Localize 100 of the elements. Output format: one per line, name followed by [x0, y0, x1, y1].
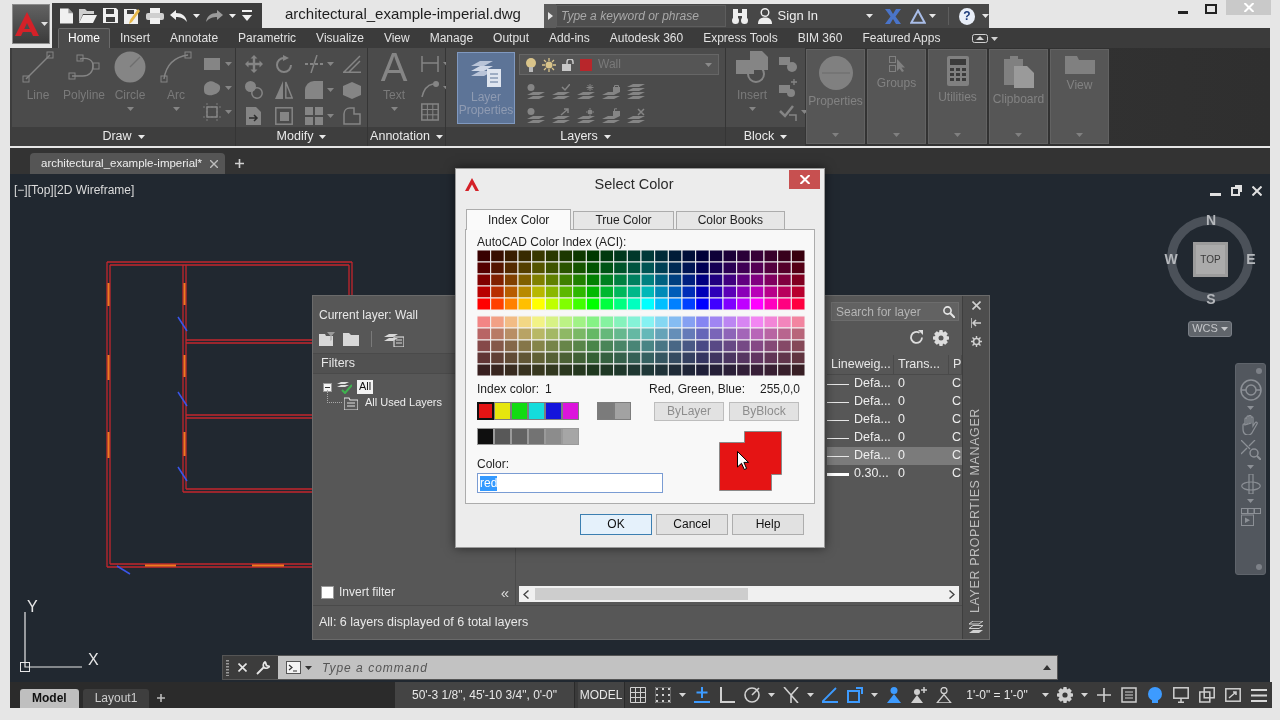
caret-icon[interactable]: [991, 37, 999, 41]
compass-label[interactable]: E: [1244, 251, 1258, 267]
angle-icon[interactable]: [821, 687, 838, 703]
chevron-left-icon[interactable]: [523, 589, 529, 599]
compass-label[interactable]: W: [1164, 251, 1178, 267]
caret-icon[interactable]: [780, 134, 788, 139]
layout-tab[interactable]: Layout1: [82, 689, 150, 708]
caret-icon[interactable]: [870, 693, 878, 697]
caret-icon[interactable]: [678, 693, 686, 697]
ribbon-tab[interactable]: Autodesk 360: [599, 28, 694, 48]
options-dot-icon[interactable]: [1256, 368, 1262, 374]
monitor-icon[interactable]: [1173, 687, 1189, 703]
grid-icon[interactable]: [629, 687, 646, 703]
close-icon[interactable]: [1252, 186, 1262, 196]
color-swatch-icon[interactable]: [562, 402, 579, 420]
caret-icon[interactable]: [1080, 693, 1088, 697]
checkbox[interactable]: [321, 585, 334, 599]
square-corner-icon[interactable]: [846, 687, 863, 703]
arrow-box-icon[interactable]: [972, 34, 989, 43]
plus-icon[interactable]: [235, 159, 245, 168]
minus-box-icon[interactable]: [323, 382, 332, 392]
folder-funnel-icon[interactable]: [319, 332, 335, 346]
person-outline-icon[interactable]: [935, 687, 952, 703]
printer-icon[interactable]: [146, 7, 164, 24]
plus-icon[interactable]: [157, 694, 166, 702]
caret-icon[interactable]: [305, 665, 312, 670]
color-swatch-icon[interactable]: [545, 428, 562, 445]
file-tab[interactable]: architectural_example-imperial*: [30, 153, 226, 174]
search-field[interactable]: Type a keyword or phrase: [556, 5, 726, 27]
plus-icon[interactable]: [1096, 688, 1111, 702]
film-frames-icon[interactable]: [1240, 508, 1261, 526]
ribbon-tab[interactable]: Annotate: [160, 28, 229, 48]
caret-icon[interactable]: [982, 14, 989, 18]
filter-item[interactable]: All: [357, 380, 374, 394]
new-file-icon[interactable]: [60, 7, 73, 24]
refresh-icon[interactable]: [909, 330, 924, 345]
ribbon-tab[interactable]: Parametric: [228, 28, 307, 48]
color-swatch-icon[interactable]: [511, 402, 528, 420]
steering-wheel-icon[interactable]: [1239, 379, 1262, 401]
plus-underline-icon[interactable]: [693, 687, 710, 703]
column-header[interactable]: Trans...: [894, 355, 949, 374]
color-swatch-icon[interactable]: [614, 402, 631, 420]
ribbon-tab[interactable]: Express Tools: [693, 28, 788, 48]
layers-stack-icon[interactable]: [969, 621, 983, 633]
search-icon[interactable]: [943, 305, 955, 318]
color-swatch-icon[interactable]: [528, 428, 545, 445]
close-icon[interactable]: [971, 301, 981, 310]
application-menu-button[interactable]: [12, 4, 50, 44]
ribbon-tab[interactable]: Manage: [419, 28, 484, 48]
annotation-scale-button[interactable]: 1'-0" = 1'-0": [956, 687, 1038, 703]
collapse-button[interactable]: «: [500, 584, 509, 600]
color-swatch-icon[interactable]: [528, 402, 545, 420]
dotted-grid-icon[interactable]: [654, 687, 671, 703]
compass-label[interactable]: S: [1204, 291, 1218, 307]
dialog-button[interactable]: Cancel: [656, 514, 728, 535]
gear-icon[interactable]: [1056, 687, 1073, 703]
chevron-right-icon[interactable]: [949, 589, 955, 599]
ribbon-tab[interactable]: Visualize: [306, 28, 374, 48]
color-swatch-icon[interactable]: [597, 402, 614, 420]
triangle-outline-icon[interactable]: [910, 8, 927, 24]
table-row[interactable]: Defa... 0 C: [827, 393, 962, 411]
caret-icon[interactable]: [767, 693, 775, 697]
sign-in-button[interactable]: Sign In: [757, 7, 819, 25]
filter-item[interactable]: All Used Layers: [363, 396, 445, 410]
x-shape-icon[interactable]: [885, 8, 902, 24]
ribbon-tab[interactable]: Output: [483, 28, 540, 48]
ribbon-tab[interactable]: View: [373, 28, 420, 48]
ribbon-tab[interactable]: Add-ins: [539, 28, 600, 48]
ribbon-tab[interactable]: BIM 360: [787, 28, 853, 48]
ring-bar-icon[interactable]: [1240, 474, 1261, 494]
help-button[interactable]: ?: [959, 7, 975, 25]
ribbon-tab[interactable]: Insert: [110, 28, 161, 48]
model-space-button[interactable]: MODEL: [578, 682, 625, 708]
caret-icon[interactable]: [603, 134, 611, 139]
caret-icon[interactable]: [1041, 693, 1049, 697]
restore-icon[interactable]: [1231, 185, 1242, 196]
ucs-dropdown[interactable]: WCS: [1188, 321, 1232, 337]
caret-icon[interactable]: [229, 13, 236, 18]
scrollbar-thumb[interactable]: [535, 588, 748, 600]
table-row[interactable]: Defa... 0 C: [827, 429, 962, 447]
ribbon-tab[interactable]: Featured Apps: [852, 28, 951, 48]
dropdown-icon[interactable]: [242, 10, 252, 21]
hand-icon[interactable]: [1241, 415, 1260, 435]
command-input-field[interactable]: Type a command: [278, 656, 1057, 679]
color-swatch-icon[interactable]: [494, 402, 511, 420]
dialog-tab[interactable]: True Color: [573, 211, 674, 229]
command-prompt-icon[interactable]: [286, 661, 301, 674]
color-swatch-icon[interactable]: [545, 402, 562, 420]
arrow-bar-icon[interactable]: [971, 318, 981, 328]
horizontal-scrollbar[interactable]: [519, 586, 959, 602]
color-swatch-icon[interactable]: [562, 428, 579, 445]
table-row[interactable]: 0.30... 0 C: [827, 465, 962, 483]
options-dot-icon[interactable]: [1256, 564, 1262, 570]
color-swatch-icon[interactable]: [511, 428, 528, 445]
maximize-icon[interactable]: [1205, 4, 1217, 14]
table-row[interactable]: Defa... 0 C: [827, 375, 962, 393]
dialog-button[interactable]: OK: [580, 514, 652, 535]
crossed-lines-icon[interactable]: [782, 687, 799, 703]
person-icon[interactable]: [885, 687, 902, 703]
caret-icon[interactable]: [40, 22, 48, 26]
